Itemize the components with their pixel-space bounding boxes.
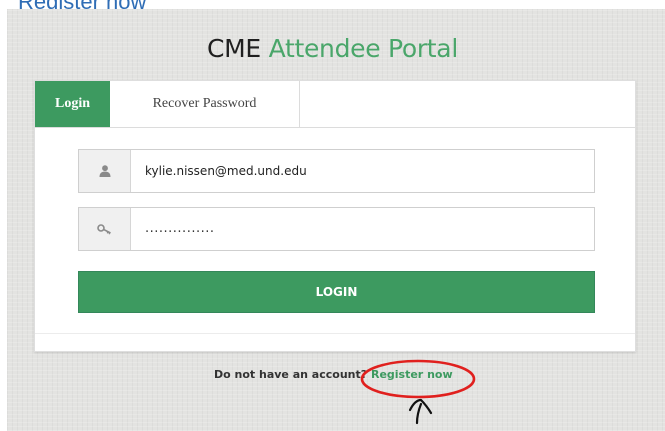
password-field[interactable]: ...............	[78, 207, 595, 251]
register-now-link[interactable]: Register now	[371, 368, 453, 381]
register-prompt-text: Do not have an account?	[214, 368, 368, 381]
email-input[interactable]: kylie.nissen@med.und.edu	[131, 150, 591, 192]
register-prompt: Do not have an account? Register now	[214, 368, 453, 381]
tab-recover-password[interactable]: Recover Password	[110, 81, 300, 127]
password-input[interactable]: ...............	[131, 208, 591, 250]
title-part-attendee-portal: Attendee Portal	[268, 34, 459, 63]
page-title: CME Attendee Portal	[0, 33, 665, 65]
tab-login[interactable]: Login	[35, 81, 110, 127]
login-button[interactable]: LOGIN	[78, 271, 595, 313]
email-field[interactable]: kylie.nissen@med.und.edu	[78, 149, 595, 193]
title-part-cme: CME	[207, 34, 261, 63]
user-icon	[79, 150, 131, 192]
key-icon	[79, 208, 131, 250]
card-divider	[35, 333, 635, 334]
tab-bar: Login Recover Password	[35, 81, 635, 128]
login-card: Login Recover Password kylie.nissen@med.…	[34, 80, 636, 352]
